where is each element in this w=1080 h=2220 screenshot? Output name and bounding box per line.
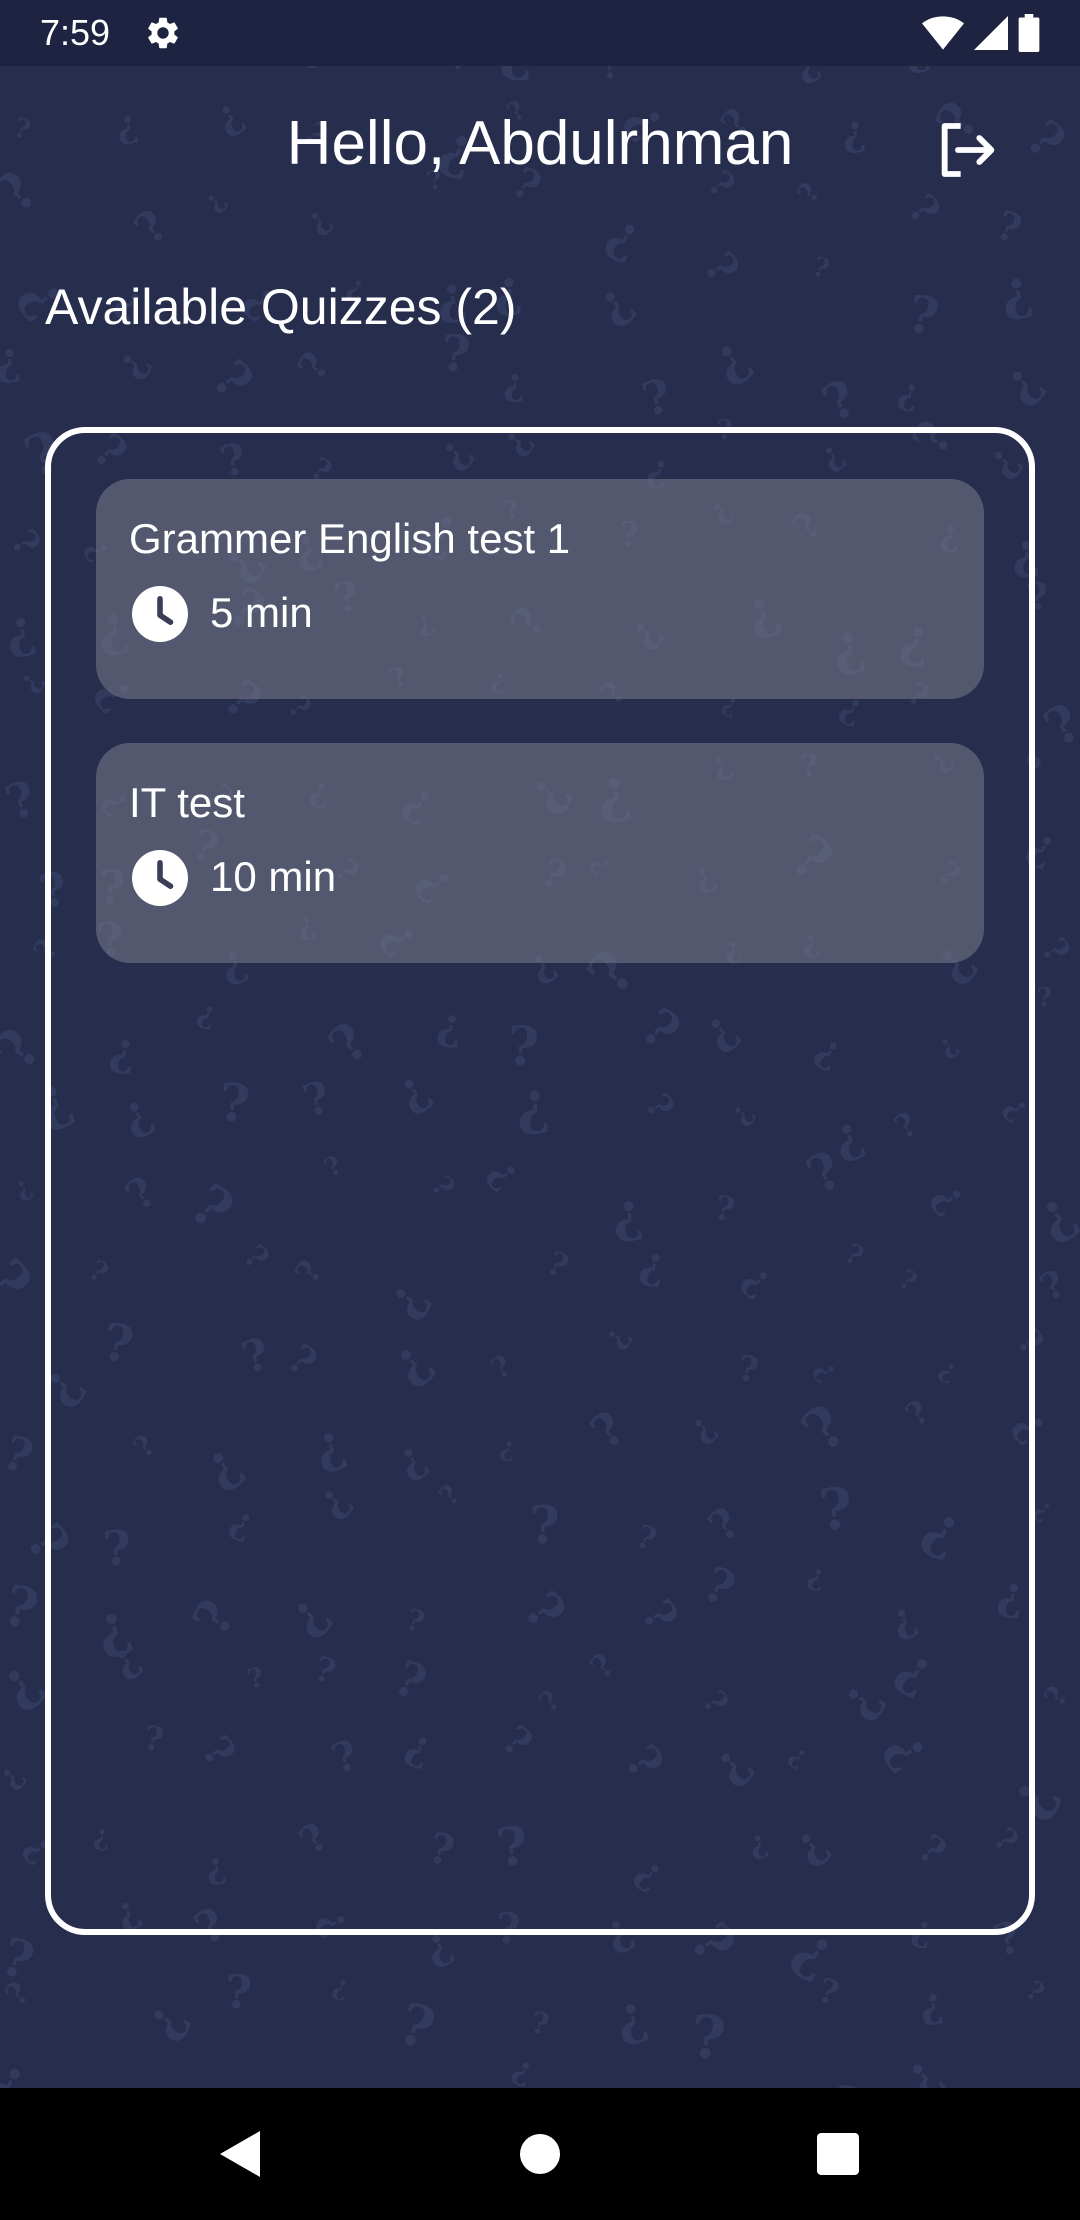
navigation-bar — [0, 2088, 1080, 2220]
pattern-glyph: ¿ — [989, 350, 1052, 413]
pattern-glyph: ¿ — [698, 323, 760, 393]
pattern-glyph: ? — [0, 1975, 37, 2014]
battery-icon — [1018, 14, 1040, 52]
pattern-glyph: ¿ — [607, 1982, 653, 2050]
pattern-glyph: ¿ — [584, 272, 642, 334]
pattern-glyph: ? — [636, 368, 678, 429]
pattern-glyph: ? — [0, 1246, 45, 1317]
pattern-glyph: ¿ — [306, 2075, 356, 2088]
quiz-duration: 5 min — [210, 589, 313, 636]
pattern-glyph: ¿ — [894, 369, 925, 415]
back-icon — [220, 2131, 260, 2177]
pattern-glyph: ? — [990, 201, 1028, 254]
clock-icon — [132, 850, 188, 906]
pattern-glyph: ¿ — [0, 2042, 40, 2088]
logout-icon[interactable] — [934, 118, 998, 182]
pattern-glyph: ? — [812, 367, 866, 434]
clock-icon — [132, 586, 188, 642]
pattern-glyph: ? — [813, 1970, 844, 2013]
pattern-glyph: ¿ — [8, 1171, 37, 1205]
back-button[interactable] — [174, 2088, 306, 2220]
quiz-list: Grammer English test 1 5 min IT test 10 … — [45, 427, 1035, 1935]
status-icons — [922, 14, 1040, 52]
pattern-glyph: ? — [790, 176, 828, 209]
pattern-glyph: ? — [223, 1964, 254, 2020]
pattern-glyph: ¿ — [105, 341, 157, 386]
pattern-glyph: ? — [0, 159, 51, 225]
pattern-glyph: ? — [0, 1571, 46, 1645]
pattern-glyph: ¿ — [0, 1646, 53, 1719]
quiz-duration: 10 min — [210, 853, 337, 900]
pattern-glyph: ¿ — [10, 665, 49, 698]
pattern-glyph: ? — [0, 769, 44, 833]
pattern-glyph: ? — [808, 251, 834, 286]
pattern-glyph: ? — [527, 2005, 552, 2044]
pattern-glyph: ? — [834, 2077, 862, 2088]
status-bar: 7:59 — [0, 0, 1080, 66]
pattern-glyph: ? — [1033, 691, 1080, 760]
pattern-glyph: ¿ — [507, 2047, 540, 2088]
pattern-glyph: ¿ — [196, 185, 232, 218]
pattern-glyph: ¿ — [598, 201, 652, 269]
pattern-glyph: ? — [2, 522, 49, 564]
pattern-glyph: ¿ — [502, 359, 526, 405]
pattern-glyph: ¿ — [0, 331, 23, 386]
pattern-glyph: ? — [1037, 1680, 1076, 1713]
quiz-list-screen: ¿?¿??¿??¿¿¿?¿¿?¿?¿?¿????¿¿??¿????¿¿¿¿¿¿¿… — [0, 0, 1080, 2220]
pattern-glyph: ¿ — [0, 596, 40, 663]
quiz-card[interactable]: Grammer English test 1 5 min — [96, 479, 984, 699]
pattern-glyph: ? — [1014, 108, 1078, 172]
pattern-glyph: ? — [1032, 1260, 1073, 1310]
wifi-icon — [922, 16, 964, 50]
pattern-glyph: ¿ — [994, 255, 1037, 325]
quiz-title: Grammer English test 1 — [129, 515, 571, 562]
pattern-glyph: ? — [288, 344, 340, 389]
gear-icon — [148, 17, 178, 49]
quiz-title: IT test — [129, 779, 245, 826]
pattern-glyph: ? — [200, 348, 265, 412]
pattern-glyph: ¿ — [329, 1969, 353, 2004]
pattern-glyph: ¿ — [130, 1991, 197, 2048]
pattern-glyph: ¿ — [112, 100, 141, 148]
recents-button[interactable] — [772, 2088, 904, 2220]
pattern-glyph: ? — [9, 112, 35, 147]
signal-icon — [974, 16, 1008, 50]
pattern-glyph: ? — [0, 1425, 40, 1486]
greeting-title: Hello, Abdulrhman — [286, 109, 794, 178]
pattern-glyph: ¿ — [918, 1978, 946, 2028]
home-button[interactable] — [474, 2088, 606, 2220]
quiz-card[interactable]: IT test 10 min — [96, 743, 984, 963]
recents-icon — [817, 2133, 859, 2175]
status-time: 7:59 — [40, 12, 111, 53]
pattern-glyph: ¿ — [889, 2042, 951, 2088]
pattern-glyph: ? — [693, 243, 749, 293]
pattern-glyph: ? — [124, 200, 179, 256]
pattern-glyph: ¿ — [296, 198, 338, 241]
home-icon — [520, 2134, 560, 2174]
pattern-glyph: ? — [1032, 930, 1078, 971]
pattern-glyph: ? — [1019, 1975, 1050, 2009]
pattern-glyph: ? — [996, 2075, 1060, 2088]
pattern-glyph: ? — [688, 2001, 728, 2074]
pattern-glyph: ? — [898, 185, 950, 235]
section-title: Available Quizzes (2) — [45, 279, 517, 335]
pattern-glyph: ¿ — [0, 1757, 31, 1795]
pattern-glyph: ? — [902, 283, 944, 349]
pattern-glyph: ? — [390, 1989, 443, 2064]
pattern-glyph: ? — [1035, 982, 1054, 1014]
